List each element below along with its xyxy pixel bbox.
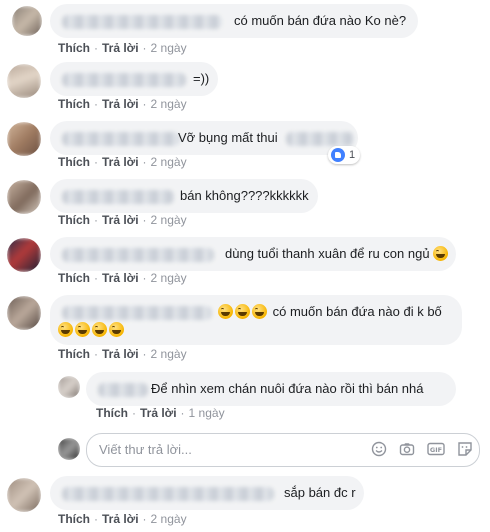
like-count: 1	[349, 149, 356, 161]
comment-text: dùng tuổi thanh xuân để ru con ngủ	[225, 246, 450, 262]
comment-actions: Thích · Trả lời · 2 ngày	[58, 512, 187, 526]
author-name-blurred[interactable]	[62, 73, 186, 87]
reaction-count[interactable]: 1	[328, 146, 361, 164]
timestamp[interactable]: 2 ngày	[151, 347, 187, 361]
comment-text: sắp bán đc r	[284, 485, 356, 500]
timestamp[interactable]: 2 ngày	[151, 213, 187, 227]
comment-text: có muốn bán đứa nào Ko nè?	[234, 13, 407, 28]
author-name-blurred[interactable]	[62, 15, 222, 29]
comment-bubble: Để nhìn xem chán nuôi đứa nào rồi thì bá…	[86, 372, 456, 406]
camera-icon[interactable]	[399, 441, 415, 457]
comment-text: có muốn bán đứa nào đi k bố	[218, 304, 442, 320]
comment-bubble: sắp bán đc r	[50, 476, 364, 510]
comment-actions: Thích · Trả lời · 2 ngày	[58, 41, 187, 55]
comment-actions: Thích · Trả lời · 1 ngày	[96, 406, 225, 420]
comment-bubble: có muốn bán đứa nào đi k bố	[50, 295, 462, 345]
author-name-blurred[interactable]	[62, 248, 214, 262]
avatar[interactable]	[7, 238, 41, 272]
like-link[interactable]: Thích	[58, 155, 90, 169]
laughing-emoji-icon	[92, 322, 107, 337]
reply-link[interactable]: Trả lời	[102, 155, 139, 169]
laughing-emoji-icon	[218, 304, 233, 319]
comment-actions: Thích · Trả lời · 2 ngày	[58, 347, 187, 361]
reply-link[interactable]: Trả lời	[102, 271, 139, 285]
comment-text: Để nhìn xem chán nuôi đứa nào rồi thì bá…	[151, 381, 424, 396]
like-link[interactable]: Thích	[58, 97, 90, 111]
like-link[interactable]: Thích	[58, 213, 90, 227]
timestamp[interactable]: 2 ngày	[151, 271, 187, 285]
like-link[interactable]: Thích	[96, 406, 128, 420]
comment-text: =))	[193, 71, 210, 86]
svg-text:GIF: GIF	[430, 446, 442, 454]
laughing-emoji-icon	[433, 246, 449, 261]
reply-link[interactable]: Trả lời	[102, 512, 139, 526]
timestamp[interactable]: 2 ngày	[151, 97, 187, 111]
avatar[interactable]	[58, 376, 80, 398]
comment-actions: Thích · Trả lời · 2 ngày	[58, 97, 187, 111]
comment-bubble: bán không????kkkkkk	[50, 179, 318, 213]
author-name-blurred[interactable]	[62, 306, 212, 320]
like-link[interactable]: Thích	[58, 347, 90, 361]
reply-link[interactable]: Trả lời	[102, 213, 139, 227]
like-link[interactable]: Thích	[58, 271, 90, 285]
avatar[interactable]	[7, 180, 41, 214]
comment-text: Vỡ bụng mất thui	[178, 130, 278, 145]
laughing-emoji-icon	[252, 304, 267, 319]
avatar[interactable]	[7, 64, 41, 98]
comment-bubble: dùng tuổi thanh xuân để ru con ngủ	[50, 237, 456, 271]
avatar[interactable]	[7, 478, 41, 512]
comment-actions: Thích · Trả lời · 2 ngày	[58, 213, 187, 227]
author-name-blurred[interactable]	[62, 487, 274, 501]
laughing-emoji-icon	[235, 304, 250, 319]
laughing-emoji-icon	[75, 322, 90, 337]
author-name-blurred[interactable]	[62, 190, 174, 204]
comment-text-line2	[58, 322, 126, 338]
laughing-emoji-icon	[109, 322, 124, 337]
comment-bubble: có muốn bán đứa nào Ko nè?	[50, 4, 418, 38]
author-name-blurred[interactable]	[98, 383, 148, 397]
avatar[interactable]	[7, 122, 41, 156]
comment-actions: Thích · Trả lời · 2 ngày	[58, 155, 187, 169]
reply-input[interactable]: Viết thư trả lời... GIF	[86, 433, 480, 467]
avatar[interactable]	[12, 6, 42, 36]
reply-link[interactable]: Trả lời	[140, 406, 177, 420]
reply-placeholder: Viết thư trả lời...	[99, 442, 192, 457]
comment-actions: Thích · Trả lời · 2 ngày	[58, 271, 187, 285]
gif-icon[interactable]: GIF	[427, 441, 445, 457]
reply-link[interactable]: Trả lời	[102, 41, 139, 55]
author-name-blurred[interactable]	[62, 132, 180, 146]
avatar[interactable]	[7, 296, 41, 330]
comment-bubble: =))	[50, 62, 218, 96]
blurred-text	[286, 132, 354, 146]
timestamp[interactable]: 2 ngày	[151, 512, 187, 526]
comment-text: bán không????kkkkkk	[180, 188, 309, 203]
like-link[interactable]: Thích	[58, 41, 90, 55]
laughing-emoji-icon	[58, 322, 73, 337]
timestamp[interactable]: 2 ngày	[151, 41, 187, 55]
current-user-avatar	[58, 438, 80, 460]
like-link[interactable]: Thích	[58, 512, 90, 526]
emoji-icon[interactable]	[371, 441, 387, 457]
timestamp[interactable]: 2 ngày	[151, 155, 187, 169]
like-icon	[331, 148, 345, 162]
comment-bubble: Vỡ bụng mất thui	[50, 121, 358, 155]
reply-link[interactable]: Trả lời	[102, 347, 139, 361]
timestamp[interactable]: 1 ngày	[189, 406, 225, 420]
sticker-icon[interactable]	[457, 441, 473, 457]
reply-link[interactable]: Trả lời	[102, 97, 139, 111]
